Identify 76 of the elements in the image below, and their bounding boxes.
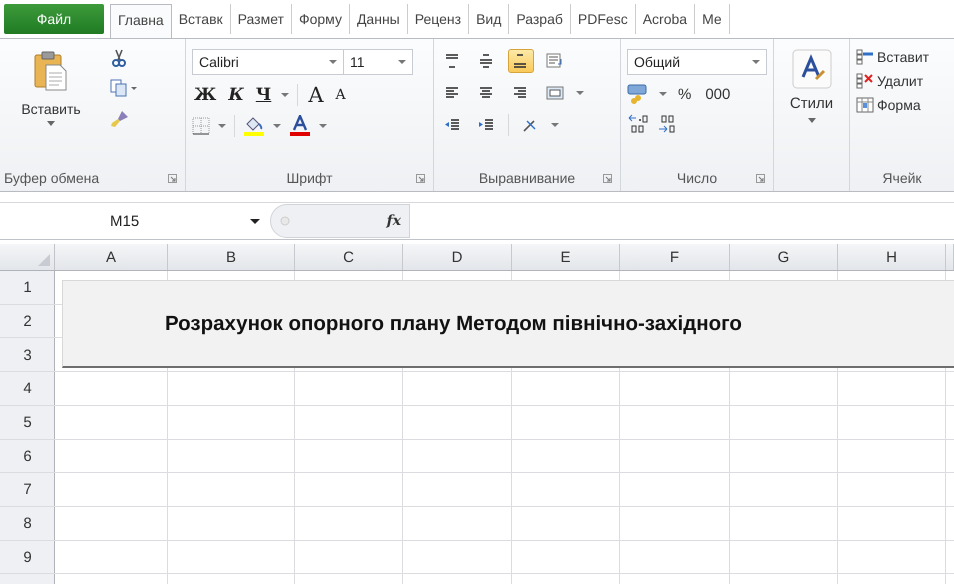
ribbon-tab[interactable]: PDFesc	[570, 4, 636, 34]
grow-font-button[interactable]: A	[306, 83, 326, 107]
row-header[interactable]: 9	[0, 540, 55, 574]
row-header[interactable]: 3	[0, 338, 55, 372]
row-header[interactable]: 7	[0, 473, 55, 507]
column-header[interactable]: C	[295, 244, 403, 270]
column-header[interactable]: B	[168, 244, 295, 270]
row-header[interactable]: 8	[0, 506, 55, 540]
dialog-launcher-icon[interactable]	[756, 174, 765, 183]
percent-button[interactable]: %	[675, 86, 694, 102]
group-label: Буфер обмена	[4, 170, 100, 186]
group-label: Шрифт	[286, 170, 333, 186]
styles-icon	[792, 49, 832, 89]
number-format-dropdown[interactable]: Общий	[627, 49, 767, 75]
ribbon-tab[interactable]: Размет	[230, 4, 292, 34]
font-name-dropdown[interactable]: Calibri	[192, 49, 344, 75]
separator-icon	[279, 215, 291, 227]
insert-cells-button[interactable]: Вставит	[856, 49, 930, 65]
row-header[interactable]: 1	[0, 271, 55, 305]
ribbon-tab[interactable]: Реценз	[408, 4, 470, 34]
column-header[interactable]: A	[55, 244, 168, 270]
group-label: Выравнивание	[478, 170, 576, 186]
thousands-button[interactable]: 000	[702, 86, 734, 102]
column-header[interactable]: H	[838, 244, 946, 270]
ribbon-tab[interactable]: Вставк	[172, 4, 231, 34]
align-bottom-button[interactable]	[508, 49, 534, 73]
underline-button[interactable]: Ч	[254, 85, 274, 105]
column-header[interactable]: G	[730, 244, 838, 270]
outdent-icon	[444, 117, 462, 133]
ribbon-tab[interactable]: Главна	[110, 4, 172, 38]
ribbon-tab[interactable]: Acroba	[636, 4, 696, 34]
increase-decimal-icon[interactable]	[627, 113, 649, 133]
italic-button[interactable]: К	[226, 85, 246, 105]
banner-title: Розрахунок опорного плану Методом північно-західного	[165, 312, 742, 336]
brush-icon[interactable]	[110, 109, 130, 129]
indent-icon	[478, 117, 496, 133]
ribbon-tab[interactable]: Разраб	[509, 4, 571, 34]
row-header[interactable]: 5	[0, 406, 55, 440]
caret-icon	[808, 118, 816, 123]
shrink-font-button[interactable]: A	[333, 87, 348, 103]
insert-rows-icon	[856, 49, 874, 65]
wrap-text-icon	[546, 53, 564, 69]
format-cells-button[interactable]: Форма	[856, 97, 921, 113]
bold-button[interactable]: Ж	[192, 85, 218, 105]
dialog-launcher-icon[interactable]	[603, 174, 612, 183]
group-label: Число	[676, 170, 718, 186]
column-header[interactable]: E	[512, 244, 620, 270]
copy-icon[interactable]	[110, 79, 138, 97]
insert-function-button[interactable]: fx	[386, 213, 401, 229]
delete-rows-icon	[856, 73, 874, 89]
row-header[interactable]: 2	[0, 304, 55, 338]
styles-button[interactable]: Стили	[790, 49, 834, 123]
column-header[interactable]: D	[403, 244, 512, 270]
clipboard-icon	[34, 51, 68, 91]
column-header[interactable]: F	[620, 244, 730, 270]
ribbon-tab[interactable]: Ме	[695, 4, 730, 34]
ribbon-tab[interactable]: Данны	[350, 4, 408, 34]
dialog-launcher-icon[interactable]	[168, 174, 177, 183]
delete-cells-button[interactable]: Удалит	[856, 73, 924, 89]
table-icon	[856, 97, 874, 113]
ribbon-tab[interactable]: Вид	[469, 4, 510, 34]
ribbon-tab[interactable]: Форму	[292, 4, 350, 34]
dialog-launcher-icon[interactable]	[416, 174, 425, 183]
borders-icon[interactable]	[192, 117, 210, 135]
group-label: Ячейк	[882, 170, 922, 186]
fill-color-icon[interactable]	[243, 115, 265, 137]
row-header[interactable]: 6	[0, 439, 55, 474]
font-color-icon[interactable]	[289, 115, 311, 137]
name-box[interactable]: M15	[0, 204, 270, 238]
font-size-dropdown[interactable]: 11	[344, 49, 413, 75]
scissors-icon[interactable]	[110, 49, 128, 67]
row-header[interactable]: 4	[0, 372, 55, 406]
paste-button[interactable]: Вставить	[6, 49, 96, 165]
merge-icon	[546, 85, 564, 101]
caret-icon	[47, 121, 55, 126]
file-tab[interactable]: Файл	[4, 4, 104, 34]
